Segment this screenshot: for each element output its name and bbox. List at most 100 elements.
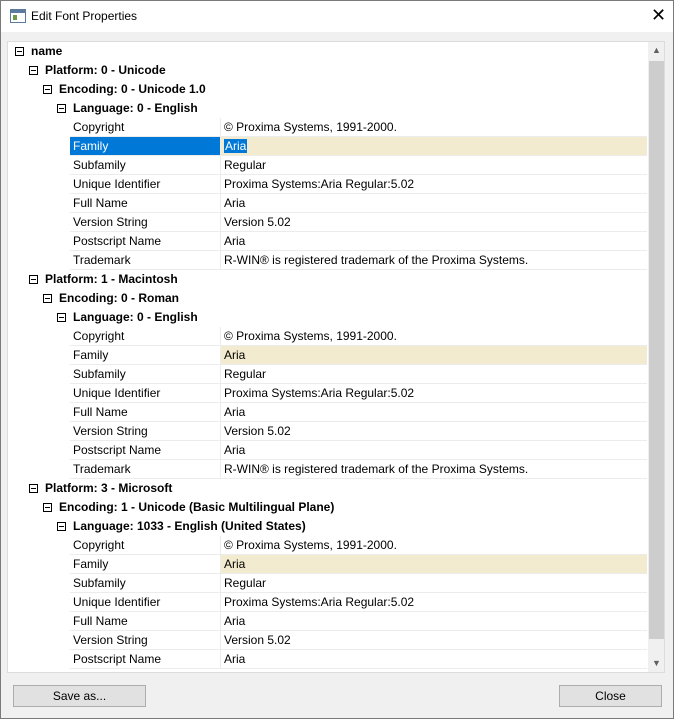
window-title: Edit Font Properties xyxy=(31,9,138,23)
property-value[interactable]: Regular xyxy=(220,156,647,175)
property-row[interactable]: Copyright © Proxima Systems, 1991-2000. xyxy=(8,327,648,346)
node-label: Language: 0 - English xyxy=(73,101,198,115)
property-name: Version String xyxy=(70,213,220,232)
node-label: Encoding: 0 - Roman xyxy=(59,291,179,305)
property-row[interactable]: Trademark R-WIN® is registered trademark … xyxy=(8,460,648,479)
property-row[interactable]: Version String Version 5.02 xyxy=(8,422,648,441)
property-value[interactable]: Proxima Systems:Aria Regular:5.02 xyxy=(220,384,647,403)
property-value[interactable]: Aria xyxy=(220,403,647,422)
property-value[interactable]: Version 5.02 xyxy=(220,631,647,650)
scroll-up-icon[interactable]: ▲ xyxy=(648,42,664,59)
property-value[interactable]: Aria xyxy=(220,232,647,251)
property-name: Full Name xyxy=(70,194,220,213)
close-icon[interactable]: ✕ xyxy=(643,1,674,32)
property-row[interactable]: Version String Version 5.02 xyxy=(8,631,648,650)
collapse-icon[interactable] xyxy=(15,47,24,56)
collapse-icon[interactable] xyxy=(43,85,52,94)
property-value[interactable]: © Proxima Systems, 1991-2000. xyxy=(220,327,647,346)
property-name: Unique Identifier xyxy=(70,593,220,612)
scroll-down-icon[interactable]: ▼ xyxy=(648,655,664,672)
scroll-thumb[interactable] xyxy=(649,61,664,639)
property-row[interactable]: Subfamily Regular xyxy=(8,365,648,384)
node-label: Platform: 1 - Macintosh xyxy=(45,272,178,286)
collapse-icon[interactable] xyxy=(43,294,52,303)
property-name: Version String xyxy=(70,422,220,441)
property-name: Postscript Name xyxy=(70,441,220,460)
property-row[interactable]: Postscript Name Aria xyxy=(8,441,648,460)
property-name: Subfamily xyxy=(70,365,220,384)
window-app-icon xyxy=(10,9,26,23)
close-button[interactable]: Close xyxy=(559,685,662,707)
property-row[interactable]: Subfamily Regular xyxy=(8,574,648,593)
property-name: Family xyxy=(70,346,220,365)
property-value[interactable]: Aria xyxy=(220,194,647,213)
property-value[interactable]: Regular xyxy=(220,574,647,593)
save-as-button[interactable]: Save as... xyxy=(13,685,146,707)
property-value-editor[interactable]: Aria xyxy=(220,137,647,156)
selected-value-text[interactable]: Aria xyxy=(224,139,248,153)
vertical-scrollbar[interactable]: ▲ ▼ xyxy=(648,42,664,672)
node-label: name xyxy=(31,44,63,58)
property-value[interactable]: © Proxima Systems, 1991-2000. xyxy=(220,536,647,555)
node-label: Language: 0 - English xyxy=(73,310,198,324)
tree-node-language[interactable]: Language: 0 - English xyxy=(8,308,648,327)
tree-node-encoding[interactable]: Encoding: 1 - Unicode (Basic Multilingua… xyxy=(8,498,648,517)
collapse-icon[interactable] xyxy=(57,522,66,531)
property-value[interactable]: Regular xyxy=(220,365,647,384)
property-value[interactable]: R-WIN® is registered trademark of the Pr… xyxy=(220,460,647,479)
tree-node-encoding[interactable]: Encoding: 0 - Unicode 1.0 xyxy=(8,80,648,99)
property-row[interactable]: Postscript Name Aria xyxy=(8,650,648,669)
property-name: Postscript Name xyxy=(70,650,220,669)
property-row[interactable]: Copyright © Proxima Systems, 1991-2000. xyxy=(8,536,648,555)
property-name: Copyright xyxy=(70,327,220,346)
property-value[interactable]: Aria xyxy=(220,555,647,574)
property-value[interactable]: Version 5.02 xyxy=(220,213,647,232)
collapse-icon[interactable] xyxy=(57,313,66,322)
property-value[interactable]: Proxima Systems:Aria Regular:5.02 xyxy=(220,593,647,612)
tree-node-language[interactable]: Language: 0 - English xyxy=(8,99,648,118)
property-value[interactable]: Aria xyxy=(220,346,647,365)
tree-node-language[interactable]: Language: 1033 - English (United States) xyxy=(8,517,648,536)
property-row[interactable]: Full Name Aria xyxy=(8,612,648,631)
property-value[interactable]: Aria xyxy=(220,650,647,669)
property-row[interactable]: Subfamily Regular xyxy=(8,156,648,175)
property-name: Trademark xyxy=(70,251,220,270)
property-row[interactable]: Unique Identifier Proxima Systems:Aria Re… xyxy=(8,175,648,194)
collapse-icon[interactable] xyxy=(57,104,66,113)
collapse-icon[interactable] xyxy=(29,275,38,284)
property-row[interactable]: Full Name Aria xyxy=(8,194,648,213)
title-bar: Edit Font Properties ✕ xyxy=(1,1,673,32)
tree-node-platform-0[interactable]: Platform: 0 - Unicode xyxy=(8,61,648,80)
property-name: Version String xyxy=(70,631,220,650)
property-row[interactable]: Family Aria xyxy=(8,555,648,574)
tree-node-name[interactable]: name xyxy=(8,42,648,61)
property-value[interactable]: Version 5.02 xyxy=(220,422,647,441)
property-value[interactable]: R-WIN® is registered trademark of the Pr… xyxy=(220,251,647,270)
collapse-icon[interactable] xyxy=(29,484,38,493)
tree-node-platform-3[interactable]: Platform: 3 - Microsoft xyxy=(8,479,648,498)
property-value[interactable]: © Proxima Systems, 1991-2000. xyxy=(220,118,647,137)
node-label: Platform: 0 - Unicode xyxy=(45,63,166,77)
property-name: Full Name xyxy=(70,612,220,631)
property-row[interactable]: Full Name Aria xyxy=(8,403,648,422)
collapse-icon[interactable] xyxy=(29,66,38,75)
tree-node-platform-1[interactable]: Platform: 1 - Macintosh xyxy=(8,270,648,289)
collapse-icon[interactable] xyxy=(43,503,52,512)
property-name: Copyright xyxy=(70,118,220,137)
name-table-tree[interactable]: name Platform: 0 - Unicode Encoding: 0 -… xyxy=(7,41,665,673)
property-name: Unique Identifier xyxy=(70,384,220,403)
tree-node-encoding[interactable]: Encoding: 0 - Roman xyxy=(8,289,648,308)
property-row[interactable]: Copyright © Proxima Systems, 1991-2000. xyxy=(8,118,648,137)
property-row-selected[interactable]: Family Aria xyxy=(8,137,648,156)
property-row[interactable]: Trademark R-WIN® is registered trademark … xyxy=(8,251,648,270)
edit-font-properties-dialog: Edit Font Properties ✕ name Platform: 0 … xyxy=(0,0,674,719)
property-row[interactable]: Unique Identifier Proxima Systems:Aria Re… xyxy=(8,593,648,612)
property-value[interactable]: Aria xyxy=(220,612,647,631)
property-row[interactable]: Postscript Name Aria xyxy=(8,232,648,251)
property-value[interactable]: Proxima Systems:Aria Regular:5.02 xyxy=(220,175,647,194)
property-value[interactable]: Aria xyxy=(220,441,647,460)
property-row[interactable]: Family Aria xyxy=(8,346,648,365)
property-row[interactable]: Version String Version 5.02 xyxy=(8,213,648,232)
node-label: Encoding: 1 - Unicode (Basic Multilingua… xyxy=(59,500,335,514)
property-row[interactable]: Unique Identifier Proxima Systems:Aria Re… xyxy=(8,384,648,403)
